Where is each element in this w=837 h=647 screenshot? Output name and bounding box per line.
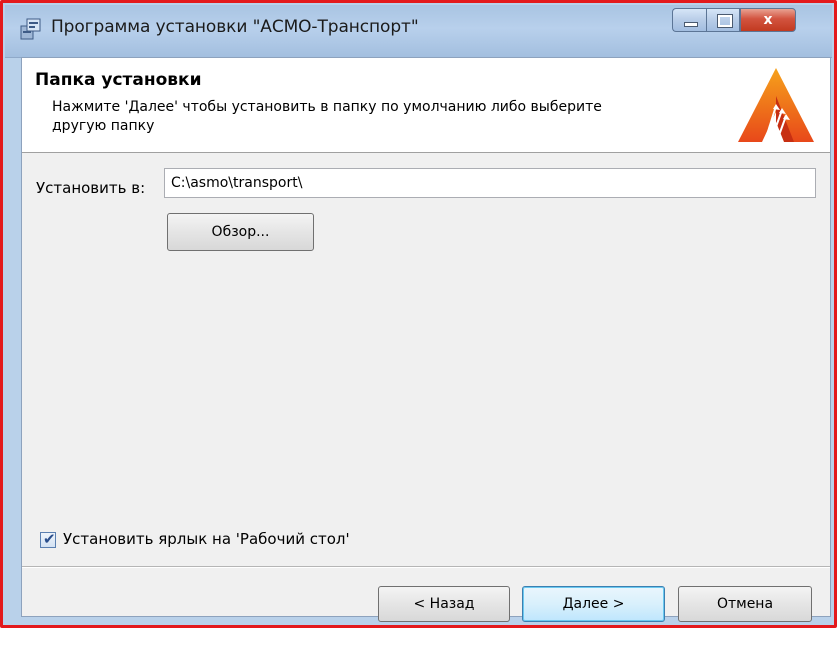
maximize-button[interactable] [706,8,740,32]
minimize-button[interactable] [672,8,706,32]
shortcut-checkbox-label[interactable]: Установить ярлык на 'Рабочий стол' [63,530,350,548]
checkmark-icon: ✔ [43,530,56,548]
background-strip [0,628,837,647]
minimize-icon [673,9,706,31]
install-path-label: Установить в: [36,179,146,197]
back-button[interactable]: < Назад [378,586,510,622]
installer-dialog: Папка установки Нажмите 'Далее' чтобы ус… [21,57,831,622]
footer-divider [22,566,830,568]
install-path-input[interactable] [164,168,816,198]
asmo-logo-icon [738,68,814,142]
close-button[interactable]: x [740,8,796,32]
next-button[interactable]: Далее > [522,586,665,622]
close-icon: x [763,12,773,28]
page-description: Нажмите 'Далее' чтобы установить в папку… [52,99,602,134]
shortcut-checkbox[interactable]: ✔ [40,530,56,548]
installer-window: Программа установки "АСМО-Транспорт" x П… [0,0,837,628]
title-bar[interactable]: Программа установки "АСМО-Транспорт" x [5,5,832,58]
page-title: Папка установки [35,70,202,90]
dialog-header: Папка установки Нажмите 'Далее' чтобы ус… [22,58,830,153]
maximize-icon [707,9,739,31]
browse-button[interactable]: Обзор... [167,213,314,251]
window-title: Программа установки "АСМО-Транспорт" [51,17,419,37]
installer-app-icon [20,18,41,40]
cancel-button[interactable]: Отмена [678,586,812,622]
